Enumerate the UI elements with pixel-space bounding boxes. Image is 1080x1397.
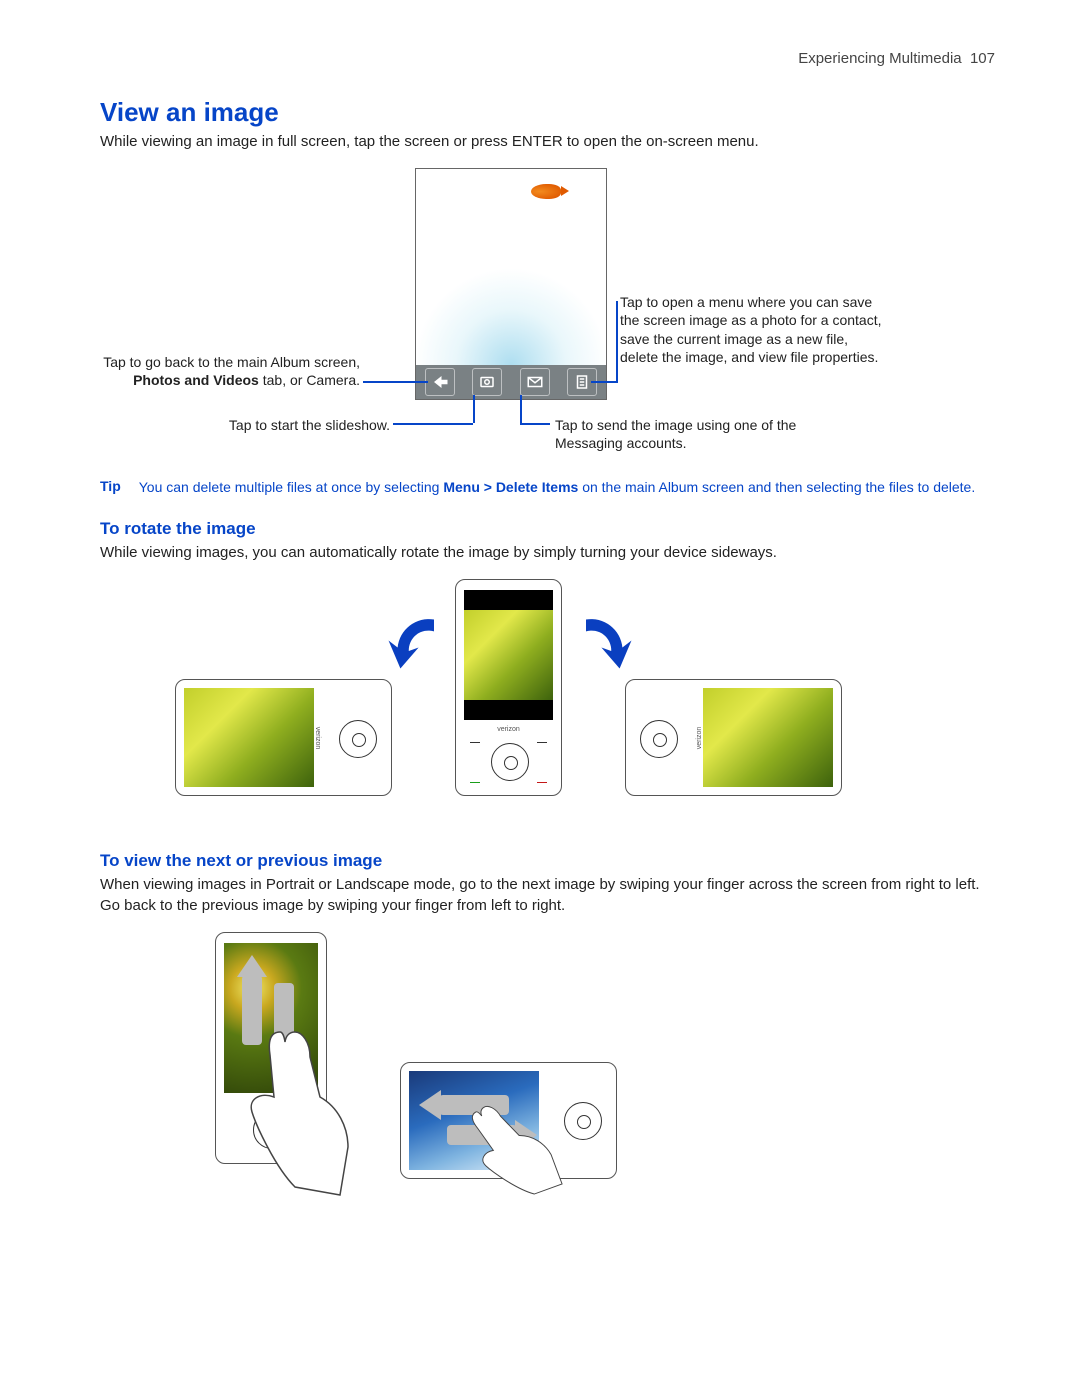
leader-line <box>591 381 616 383</box>
leader-line <box>393 423 473 425</box>
callout-back: Tap to go back to the main Album screen,… <box>100 353 360 389</box>
heading-rotate: To rotate the image <box>100 519 995 539</box>
flower-photo <box>703 688 833 787</box>
phone-portrait: verizon <box>455 579 562 796</box>
water-splash-illustration <box>416 265 606 365</box>
leader-line <box>473 395 475 423</box>
callout-send: Tap to send the image using one of the M… <box>555 416 815 452</box>
onscreen-toolbar <box>416 365 606 399</box>
leader-line <box>520 423 550 425</box>
rotate-arrow-cw-icon <box>565 609 635 679</box>
screenshot-fullscreen-image <box>415 168 607 400</box>
envelope-icon <box>526 373 544 391</box>
page-number: 107 <box>970 50 995 67</box>
leader-line <box>363 381 428 383</box>
section-name: Experiencing Multimedia <box>798 50 961 67</box>
phone-brand: verizon <box>314 727 321 750</box>
phone-landscape-cw: verizon <box>625 679 842 796</box>
rotate-text: While viewing images, you can automatica… <box>100 543 995 563</box>
flower-photo <box>464 610 553 700</box>
goldfish-illustration <box>531 184 561 199</box>
tip-label: Tip <box>100 478 121 497</box>
leader-line <box>616 301 618 383</box>
figure-image-toolbar: Tap to go back to the main Album screen,… <box>100 168 995 468</box>
leader-line <box>520 395 522 423</box>
flower-photo <box>184 688 314 787</box>
toolbar-back-button[interactable] <box>425 368 455 396</box>
dpad-icon <box>339 720 377 758</box>
callout-slideshow: Tap to start the slideshow. <box>200 416 390 434</box>
document-icon <box>573 373 591 391</box>
tip-block: Tip You can delete multiple files at onc… <box>100 478 995 497</box>
hand-gesture-icon <box>240 1027 350 1197</box>
figure-rotate: verizon verizon verizon <box>100 579 995 829</box>
callout-menu: Tap to open a menu where you can save th… <box>620 293 890 366</box>
dpad-icon <box>640 720 678 758</box>
phone-brand: verizon <box>456 726 561 733</box>
phone-landscape-ccw: verizon <box>175 679 392 796</box>
slideshow-icon <box>478 373 496 391</box>
phone-brand: verizon <box>696 727 703 750</box>
page-header: Experiencing Multimedia 107 <box>100 50 995 67</box>
dpad-icon <box>491 743 529 781</box>
heading-swipe: To view the next or previous image <box>100 851 995 871</box>
tip-body: You can delete multiple files at once by… <box>139 478 975 497</box>
toolbar-send-button[interactable] <box>520 368 550 396</box>
toolbar-slideshow-button[interactable] <box>472 368 502 396</box>
back-arrow-icon <box>431 373 449 391</box>
rotate-arrow-ccw-icon <box>385 609 455 679</box>
swipe-text: When viewing images in Portrait or Lands… <box>100 875 995 916</box>
heading-view-image: View an image <box>100 97 995 128</box>
figure-swipe <box>100 932 995 1212</box>
intro-text: While viewing an image in full screen, t… <box>100 132 995 152</box>
